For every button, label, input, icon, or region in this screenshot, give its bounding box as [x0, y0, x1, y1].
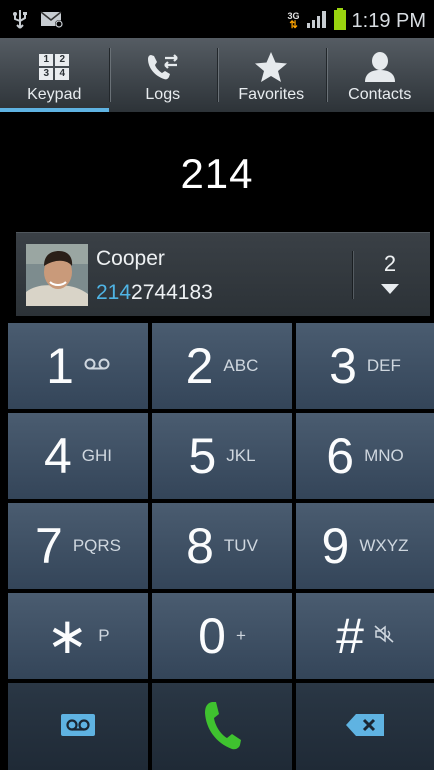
key-digit: 6 — [326, 428, 355, 484]
expand-down-icon[interactable] — [381, 284, 399, 294]
backspace-icon — [346, 713, 384, 740]
contact-number: 2142744183 — [96, 281, 213, 305]
tab-bar: 1 2 3 4 Keypad Logs Favorites Contacts — [0, 38, 434, 112]
key-7[interactable]: 7 PQRS — [8, 503, 148, 589]
key-letters: P — [98, 626, 110, 645]
network-type-indicator: 3G ⇅ — [287, 11, 300, 31]
call-button[interactable] — [152, 683, 292, 770]
star-icon — [254, 50, 288, 84]
avatar — [26, 244, 88, 306]
tab-label: Favorites — [238, 86, 305, 103]
key-3[interactable]: 3 DEF — [296, 323, 434, 409]
key-letters: WXYZ — [359, 536, 409, 555]
key-0[interactable]: 0 + — [152, 593, 292, 679]
logs-icon — [146, 50, 180, 84]
tab-keypad[interactable]: 1 2 3 4 Keypad — [0, 38, 109, 112]
signal-strength-icon — [306, 9, 328, 33]
battery-icon — [333, 8, 346, 34]
status-bar: 3G ⇅ 1:19 PM — [0, 0, 434, 38]
key-digit: 7 — [35, 518, 63, 574]
key-5[interactable]: 5 JKL — [152, 413, 292, 499]
key-digit: 0 — [198, 608, 226, 664]
tab-logs[interactable]: Logs — [108, 38, 218, 112]
keypad-icon: 1 2 3 4 — [39, 50, 70, 84]
key-letters: + — [235, 626, 246, 645]
key-letters: ABC — [223, 356, 259, 375]
key-digit: 4 — [43, 428, 72, 484]
contact-suggestion[interactable]: Cooper 2142744183 2 — [16, 232, 430, 316]
key-2[interactable]: 2 ABC — [152, 323, 292, 409]
voicemail-icon — [84, 356, 110, 376]
clock: 1:19 PM — [351, 9, 426, 32]
phone-icon — [202, 699, 242, 755]
key-letters: JKL — [226, 446, 256, 465]
key-digit: 8 — [186, 518, 214, 574]
remaining-digits: 2744183 — [131, 281, 213, 304]
key-digit: 3 — [329, 338, 357, 394]
key-1[interactable]: 1 — [8, 323, 148, 409]
key-digit: # — [336, 608, 364, 664]
key-digit: ∗ — [46, 608, 89, 664]
dial-keypad: 1 2 ABC 3 DEF 4 GHI 5 JKL 6 MNO 7 PQRS 8… — [8, 323, 434, 770]
usb-icon — [12, 9, 28, 33]
silent-mode-icon — [374, 624, 394, 648]
missed-message-icon — [40, 10, 64, 32]
key-letters: TUV — [223, 536, 258, 555]
number-display[interactable]: 214 — [0, 112, 434, 232]
match-count[interactable]: 2 — [370, 251, 410, 277]
tab-favorites[interactable]: Favorites — [217, 38, 326, 112]
tab-label: Keypad — [27, 86, 82, 103]
matched-digits: 214 — [96, 281, 132, 304]
key-letters: MNO — [364, 446, 404, 465]
voicemail-button[interactable] — [8, 683, 148, 770]
key-letters: PQRS — [72, 536, 121, 555]
divider — [352, 251, 353, 299]
key-digit: 5 — [188, 428, 217, 484]
key-star[interactable]: ∗ P — [8, 593, 148, 679]
person-icon — [363, 50, 397, 84]
key-6[interactable]: 6 MNO — [296, 413, 434, 499]
key-hash[interactable]: # — [296, 593, 434, 679]
key-9[interactable]: 9 WXYZ — [296, 503, 434, 589]
key-letters: DEF — [366, 356, 401, 375]
tab-contacts[interactable]: Contacts — [325, 38, 434, 112]
tab-label: Logs — [145, 86, 181, 103]
key-4[interactable]: 4 GHI — [8, 413, 148, 499]
tab-label: Contacts — [348, 86, 412, 103]
key-digit: 2 — [185, 338, 214, 394]
backspace-button[interactable] — [296, 683, 434, 770]
key-8[interactable]: 8 TUV — [152, 503, 292, 589]
key-letters: GHI — [81, 446, 113, 465]
contact-name: Cooper — [96, 247, 165, 270]
key-digit: 9 — [321, 518, 350, 574]
dialed-number: 214 — [180, 150, 254, 197]
key-digit: 1 — [46, 338, 74, 394]
voicemail-icon — [61, 713, 95, 740]
